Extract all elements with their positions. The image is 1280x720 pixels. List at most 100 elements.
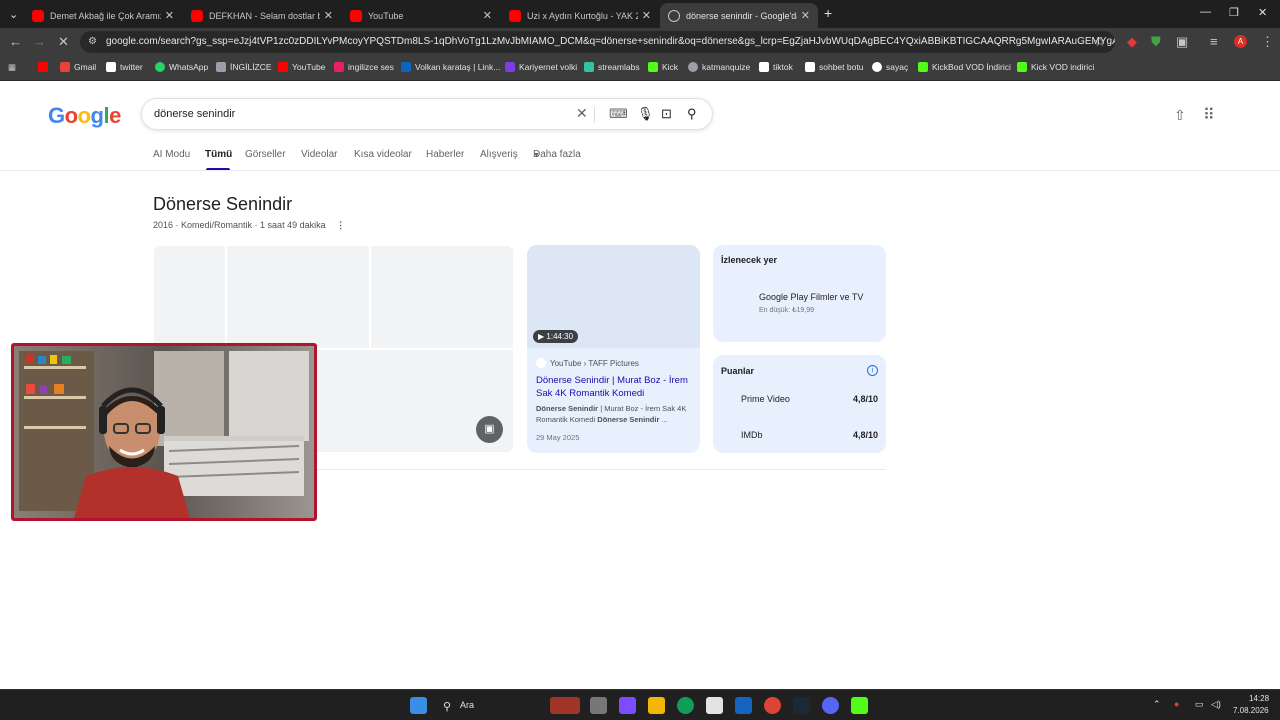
bookmark-item[interactable]: KickBod VOD İndirici [918, 62, 1011, 72]
bookmark-item[interactable]: tiktok [759, 62, 793, 72]
browser-tab[interactable]: Demet Akbağ ile Çok Aramızda ✕ [24, 3, 182, 28]
new-tab-icon[interactable]: + [824, 5, 832, 21]
webcam-feed-image [14, 346, 314, 518]
restore-icon[interactable]: ❐ [1229, 6, 1239, 19]
bookmark-item[interactable]: Kariyernet volki [505, 62, 577, 72]
bookmark-item[interactable]: katmanquize [688, 62, 750, 72]
youtube-icon [509, 9, 521, 22]
tray-volume-icon[interactable]: ◁) [1211, 699, 1221, 710]
info-icon[interactable]: i [867, 365, 878, 376]
image-gallery-icon[interactable]: ▣ [476, 416, 503, 443]
bookmark-label: YouTube [292, 62, 326, 72]
kick-app-icon[interactable] [851, 697, 868, 714]
microphone-icon[interactable]: 🎙 [637, 106, 654, 122]
close-tab-icon[interactable]: ✕ [165, 9, 174, 22]
tab-strip: ⌄ Demet Akbağ ile Çok Aramızda ✕ DEFKHAN… [0, 0, 1280, 28]
minimize-icon[interactable]: — [1200, 6, 1211, 18]
browser-tab-active[interactable]: dönerse senindir - Google'da A ✕ [660, 3, 818, 28]
loading-icon [668, 9, 680, 22]
bookmark-item[interactable]: Kick VOD indirici [1017, 62, 1094, 72]
apps-grid-icon[interactable]: ▦ [8, 62, 16, 73]
bookmark-item[interactable]: ingilizce ses [334, 62, 394, 72]
close-tab-icon[interactable]: ✕ [642, 9, 651, 22]
shield-icon[interactable]: ⛊ [1151, 34, 1161, 50]
bookmark-item[interactable]: Gmail [60, 62, 96, 72]
gallery-image[interactable] [226, 245, 370, 349]
browser-tab[interactable]: Uzi x Aydın Kurtoğlu - YAK 2.0 ✕ [501, 3, 659, 28]
ratings-heading: Puanlar [721, 366, 755, 376]
close-tab-icon[interactable]: ✕ [324, 9, 333, 22]
tab-search-icon[interactable]: ⌄ [9, 8, 18, 21]
tray-display-icon[interactable]: ▭ [1195, 699, 1204, 710]
file-explorer-icon[interactable] [648, 697, 665, 714]
extension-icon[interactable]: ◆ [1127, 34, 1137, 50]
task-view-icon[interactable] [590, 697, 607, 714]
lens-icon[interactable]: ⊡ [661, 106, 672, 122]
mail-icon[interactable] [735, 697, 752, 714]
more-options-icon[interactable]: ⋮ [336, 220, 345, 230]
bookmark-item[interactable] [38, 62, 52, 72]
clock-date[interactable]: 7.08.2026 [1233, 706, 1269, 715]
bookmark-item[interactable]: twitter [106, 62, 143, 72]
media-control-icon[interactable]: ≡ [1210, 34, 1218, 49]
close-tab-icon[interactable]: ✕ [801, 9, 810, 22]
bookmark-label: streamlabs [598, 62, 640, 72]
windows-start-icon[interactable] [410, 697, 427, 714]
menu-dots-icon[interactable]: ⋮ [1261, 34, 1274, 50]
close-tab-icon[interactable]: ✕ [483, 9, 492, 22]
gallery-image[interactable] [153, 245, 226, 349]
rating-row[interactable]: IMDb 4,8/10 [741, 430, 878, 440]
keyboard-icon[interactable]: ⌨ [609, 106, 628, 122]
bookmark-star-icon[interactable]: ☆ [1094, 34, 1106, 50]
tab-shopping[interactable]: Alışveriş [480, 149, 518, 160]
search-box[interactable]: dönerse senindir ✕ ⌨ 🎙 ⊡ ⚲ [141, 98, 713, 130]
tab-videos[interactable]: Videolar [301, 149, 338, 160]
search-input[interactable]: dönerse senindir [154, 108, 235, 120]
bookmark-item[interactable]: WhatsApp [155, 62, 208, 72]
tray-mic-icon[interactable]: ● [1174, 699, 1179, 709]
tab-short-videos[interactable]: Kısa videolar [354, 149, 412, 160]
video-title-link[interactable]: Dönerse Senindir | Murat Boz - İrem Sak … [536, 374, 694, 400]
tab-images[interactable]: Görseller [245, 149, 286, 160]
stop-icon[interactable]: ✕ [58, 34, 69, 50]
tab-news[interactable]: Haberler [426, 149, 464, 160]
tray-chevron-icon[interactable]: ⌃ [1153, 699, 1161, 710]
bookmark-item[interactable]: Volkan karataş | Link... [401, 62, 500, 72]
google-logo[interactable]: Google [48, 103, 121, 129]
provider-link[interactable]: Google Play Filmler ve TV [759, 292, 863, 302]
profile-avatar[interactable]: A [1234, 35, 1247, 48]
bookmark-item[interactable]: İNGİLİZCE [216, 62, 272, 72]
tab-ai-mode[interactable]: AI Modu [153, 149, 190, 160]
store-icon[interactable] [706, 697, 723, 714]
discord-icon[interactable] [822, 697, 839, 714]
video-result-card[interactable]: ▶ 1:44:30 YouTube › TAFF Pictures Döners… [527, 245, 700, 453]
edge-icon[interactable] [677, 697, 694, 714]
clear-icon[interactable]: ✕ [576, 105, 588, 122]
tab-all[interactable]: Tümü [205, 149, 232, 160]
back-icon[interactable]: ← [9, 34, 22, 49]
close-window-icon[interactable]: ✕ [1258, 6, 1267, 19]
bookmark-item[interactable]: sohbet botu [805, 62, 863, 72]
widgets-icon[interactable] [619, 697, 636, 714]
google-apps-icon[interactable]: ⠿ [1203, 105, 1215, 125]
forward-icon[interactable]: → [33, 34, 46, 49]
taskbar-search-label[interactable]: Ara [460, 700, 474, 710]
site-info-icon[interactable]: ⚙ [88, 31, 97, 53]
gallery-image[interactable] [370, 245, 514, 349]
address-bar[interactable]: ⚙ google.com/search?gs_ssp=eJzj4tVP1zc0z… [80, 31, 1115, 53]
bookmark-item[interactable]: YouTube [278, 62, 325, 72]
chrome-icon[interactable] [764, 697, 781, 714]
extensions-puzzle-icon[interactable]: ▣ [1176, 34, 1188, 50]
bookmark-item[interactable]: streamlabs [584, 62, 640, 72]
clock-time[interactable]: 14:28 [1249, 694, 1269, 703]
tab-more[interactable]: Daha fazla ▼ [533, 149, 581, 160]
browser-tab[interactable]: DEFKHAN - Selam dostlar ben ✕ [183, 3, 341, 28]
bookmark-item[interactable]: sayaç [872, 62, 908, 72]
bookmark-item[interactable]: Kick [648, 62, 678, 72]
steam-icon[interactable] [793, 697, 810, 714]
share-icon[interactable]: ⇧ [1174, 107, 1186, 124]
search-icon[interactable]: ⚲ [687, 106, 697, 122]
browser-tab[interactable]: YouTube ✕ [342, 3, 500, 28]
taskbar-search-icon[interactable]: ⚲ [443, 700, 451, 713]
rating-row[interactable]: Prime Video 4,8/10 [741, 394, 878, 404]
